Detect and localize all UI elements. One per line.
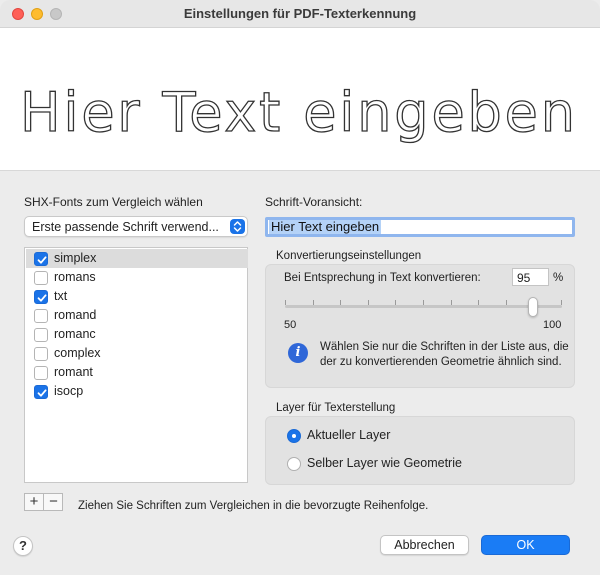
add-font-button[interactable]: +: [25, 494, 44, 510]
slider-tick: [506, 300, 507, 305]
match-threshold-label: Bei Entsprechung in Text konvertieren:: [284, 272, 481, 284]
title-bar: Einstellungen für PDF-Texterkennung: [0, 0, 600, 28]
percent-sign: %: [553, 272, 564, 284]
checkmark-icon: [37, 294, 47, 302]
slider-tick: [451, 300, 452, 305]
add-remove-buttons: + −: [24, 493, 63, 511]
slider-min-label: 50: [284, 319, 297, 331]
shx-fonts-heading: SHX-Fonts zum Vergleich wählen: [24, 195, 203, 209]
checkmark-icon: [37, 389, 47, 397]
slider-tick: [313, 300, 314, 305]
font-list-item-label: romand: [54, 308, 97, 322]
preview-text-field-value: Hier Text eingeben: [269, 219, 382, 234]
layer-group: [265, 416, 575, 485]
radio-same-layer-label: Selber Layer wie Geometrie: [307, 456, 462, 470]
font-checkbox[interactable]: [34, 347, 48, 361]
font-list-item[interactable]: romanc: [26, 325, 248, 344]
font-list-item[interactable]: romand: [26, 306, 248, 325]
font-list-item-label: romant: [54, 365, 93, 379]
layer-heading: Layer für Texterstellung: [276, 402, 396, 414]
slider-tick: [340, 300, 341, 305]
font-match-popup-value: Erste passende Schrift verwend...: [32, 220, 219, 234]
ok-button[interactable]: OK: [481, 535, 570, 555]
font-checkbox[interactable]: [34, 328, 48, 342]
checkmark-icon: [37, 256, 47, 264]
font-checkbox[interactable]: [34, 366, 48, 380]
dialog-window: Einstellungen für PDF-Texterkennung Hier…: [0, 0, 600, 575]
match-threshold-value: 95: [517, 271, 531, 285]
font-list-item-label: isocp: [54, 384, 84, 398]
font-list-item-label: complex: [54, 346, 101, 360]
font-list-item-label: romanc: [54, 327, 96, 341]
font-preview-area: Hier Text eingeben: [0, 28, 600, 171]
font-preview-heading: Schrift-Voransicht:: [265, 195, 363, 209]
font-list-item[interactable]: romant: [26, 363, 248, 382]
font-list-item[interactable]: simplex: [26, 249, 248, 268]
remove-font-button[interactable]: −: [44, 494, 63, 510]
info-text: Wählen Sie nur die Schriften in der List…: [320, 341, 569, 368]
match-threshold-slider-track[interactable]: [285, 305, 562, 308]
slider-tick: [423, 300, 424, 305]
match-threshold-slider-knob[interactable]: [528, 297, 538, 317]
preview-text-field[interactable]: Hier Text eingeben: [265, 217, 575, 237]
cancel-button[interactable]: Abbrechen: [380, 535, 469, 555]
popup-chevron-icon: [230, 219, 245, 234]
slider-tick: [368, 300, 369, 305]
font-checkbox[interactable]: [34, 271, 48, 285]
help-button[interactable]: ?: [13, 536, 33, 556]
font-match-popup[interactable]: Erste passende Schrift verwend...: [24, 216, 248, 237]
radio-same-layer[interactable]: [287, 457, 301, 471]
font-list-item[interactable]: complex: [26, 344, 248, 363]
reorder-hint: Ziehen Sie Schriften zum Vergleichen in …: [78, 500, 429, 512]
font-list-item[interactable]: isocp: [26, 382, 248, 401]
info-icon: i: [288, 343, 308, 363]
font-checkbox[interactable]: [34, 309, 48, 323]
font-list-item-label: simplex: [54, 251, 97, 265]
font-list-item-label: txt: [54, 289, 68, 303]
match-threshold-field[interactable]: 95: [512, 268, 549, 286]
font-preview-text: Hier Text eingeben: [20, 81, 575, 144]
font-checkbox[interactable]: [34, 252, 48, 266]
font-list-item-label: romans: [54, 270, 96, 284]
slider-tick: [561, 300, 562, 305]
font-list-item[interactable]: romans: [26, 268, 248, 287]
font-list-item[interactable]: txt: [26, 287, 248, 306]
slider-tick: [285, 300, 286, 305]
shx-font-list[interactable]: simplex romans txt romand romanc complex roman…: [24, 247, 248, 483]
slider-tick: [478, 300, 479, 305]
window-title: Einstellungen für PDF-Texterkennung: [183, 6, 417, 21]
radio-current-layer[interactable]: [287, 429, 301, 443]
font-checkbox[interactable]: [34, 385, 48, 399]
slider-max-label: 100: [543, 319, 562, 331]
radio-current-layer-label: Aktueller Layer: [307, 428, 391, 442]
font-checkbox[interactable]: [34, 290, 48, 304]
slider-tick: [395, 300, 396, 305]
conversion-heading: Konvertierungseinstellungen: [276, 250, 422, 262]
